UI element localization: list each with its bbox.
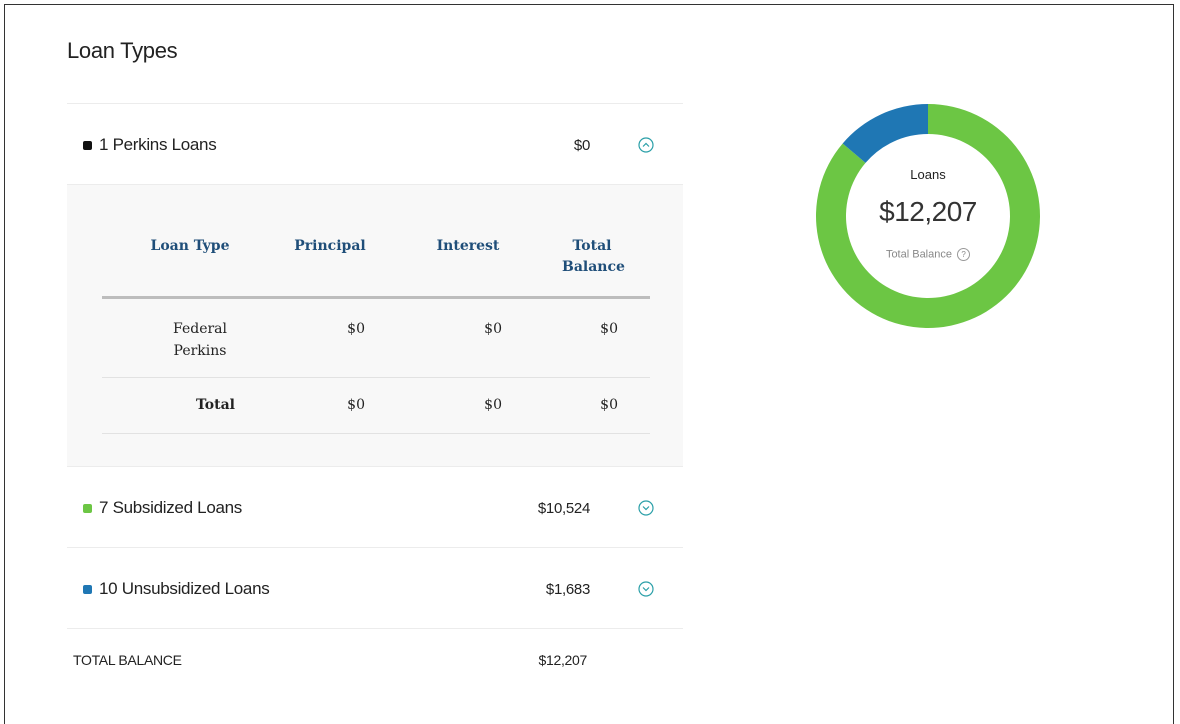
donut-sublabel-wrap: Total Balance ?	[816, 248, 1040, 261]
chevron-down-icon[interactable]	[638, 581, 654, 597]
chevron-down-icon[interactable]	[638, 500, 654, 516]
donut-label: Loans	[910, 167, 946, 182]
loan-types-list: 1 Perkins Loans $0 Loan Type Principal I…	[67, 103, 683, 689]
cell-loan-type: Federal Perkins	[173, 321, 227, 359]
loan-row-subsidized[interactable]: 7 Subsidized Loans $10,524	[67, 466, 683, 547]
question-circle-icon[interactable]: ?	[957, 248, 971, 261]
cell-total-total: $0	[600, 397, 618, 413]
col-header-interest: Interest	[436, 238, 500, 254]
loan-row-amount: $1,683	[545, 581, 590, 598]
row-divider	[102, 433, 650, 434]
total-balance-label: TOTAL BALANCE	[73, 652, 182, 668]
loan-row-label: 7 Subsidized Loans	[99, 498, 242, 517]
cell-interest: $0	[484, 321, 502, 337]
donut-value: $12,207	[879, 196, 977, 227]
col-header-loan-type: Loan Type	[150, 238, 230, 254]
cell-total-principal: $0	[347, 397, 365, 413]
total-balance-row: TOTAL BALANCE $12,207	[67, 628, 683, 689]
row-divider	[102, 377, 650, 378]
loan-row-label: 1 Perkins Loans	[99, 135, 217, 154]
perkins-detail-panel: Loan Type Principal Interest Total Balan…	[67, 184, 683, 466]
loan-row-amount: $10,524	[537, 500, 590, 517]
donut-sublabel: Total Balance	[885, 248, 952, 261]
unsubsidized-swatch	[83, 584, 92, 594]
chevron-up-icon[interactable]	[638, 137, 654, 153]
total-balance-value: $12,207	[538, 652, 587, 668]
col-header-total-balance: Total Balance	[562, 238, 625, 275]
cell-principal: $0	[347, 321, 365, 337]
loan-row-amount: $0	[573, 137, 590, 154]
loan-row-label: 10 Unsubsidized Loans	[99, 579, 270, 598]
loan-row-perkins[interactable]: 1 Perkins Loans $0	[67, 103, 683, 184]
cell-total-label: Total	[195, 397, 235, 413]
loans-donut-chart: Loans $12,207 Total Balance ?	[816, 104, 1040, 328]
cell-total: $0	[600, 321, 618, 337]
page-title: Loan Types	[67, 38, 178, 63]
subsidized-swatch	[83, 503, 92, 513]
loan-row-unsubsidized[interactable]: 10 Unsubsidized Loans $1,683	[67, 547, 683, 628]
donut-slice-unsubsidized	[842, 104, 928, 163]
detail-table-header: Loan Type Principal Interest Total Balan…	[102, 185, 650, 299]
col-header-principal: Principal	[294, 238, 366, 254]
perkins-swatch	[83, 140, 92, 150]
cell-total-interest: $0	[484, 397, 502, 413]
